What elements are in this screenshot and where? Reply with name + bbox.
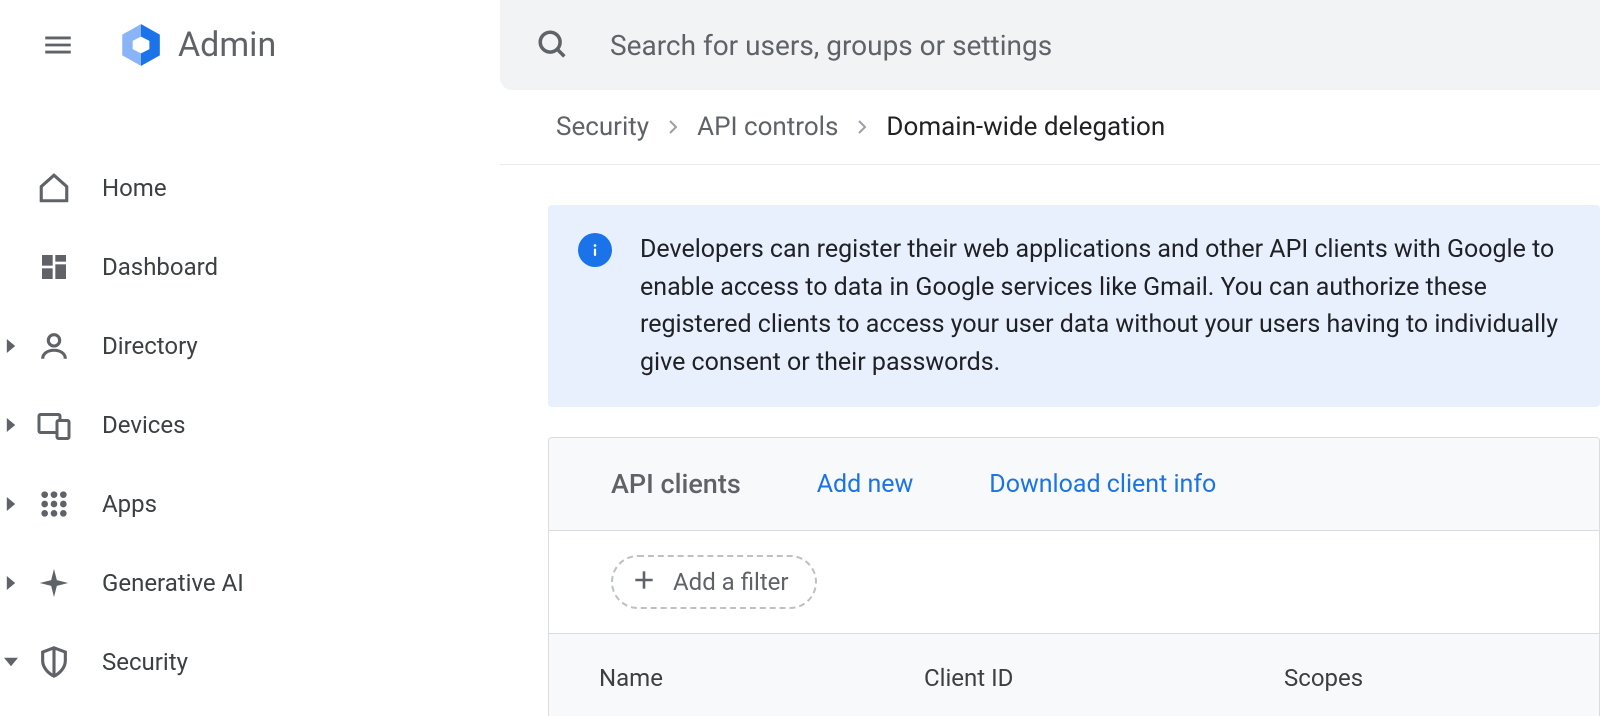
plus-icon <box>631 567 657 597</box>
chevron-right-icon <box>2 495 20 513</box>
filter-row: Add a filter <box>549 531 1599 634</box>
add-new-link[interactable]: Add new <box>817 470 914 499</box>
breadcrumb-item-api-controls[interactable]: API controls <box>697 112 838 142</box>
info-banner: Developers can register their web applic… <box>548 205 1600 407</box>
search-icon <box>536 28 570 62</box>
api-clients-card: API clients Add new Download client info… <box>548 437 1600 716</box>
chevron-right-icon <box>2 574 20 592</box>
sidebar-item-directory[interactable]: Directory <box>0 306 500 385</box>
chevron-down-icon <box>2 653 20 671</box>
chevron-right-icon <box>2 337 20 355</box>
column-header-scopes[interactable]: Scopes <box>1284 664 1599 692</box>
info-icon <box>578 233 612 267</box>
devices-icon <box>36 407 72 443</box>
sidebar-item-label: Dashboard <box>102 253 218 281</box>
breadcrumb: Security API controls Domain-wide delega… <box>500 90 1600 165</box>
sidebar: Home Dashboard <box>0 90 500 716</box>
search-bar <box>500 0 1600 90</box>
shield-icon <box>36 644 72 680</box>
filter-chip-label: Add a filter <box>673 568 789 596</box>
sidebar-item-home[interactable]: Home <box>0 148 500 227</box>
add-filter-chip[interactable]: Add a filter <box>611 555 817 609</box>
info-banner-text: Developers can register their web applic… <box>640 231 1570 381</box>
column-header-client-id[interactable]: Client ID <box>924 664 1284 692</box>
admin-logo-icon <box>116 20 166 70</box>
card-header: API clients Add new Download client info <box>549 438 1599 531</box>
table-header: Name Client ID Scopes <box>549 634 1599 716</box>
app-title: Admin <box>178 25 276 65</box>
search-input[interactable] <box>610 29 1564 62</box>
breadcrumb-item-current: Domain-wide delegation <box>886 112 1165 142</box>
sidebar-item-label: Devices <box>102 411 185 439</box>
column-header-name[interactable]: Name <box>599 664 924 692</box>
sparkle-icon <box>36 565 72 601</box>
chevron-right-icon <box>2 416 20 434</box>
sidebar-item-label: Apps <box>102 490 157 518</box>
card-title: API clients <box>611 468 741 500</box>
sidebar-item-devices[interactable]: Devices <box>0 385 500 464</box>
sidebar-item-dashboard[interactable]: Dashboard <box>0 227 500 306</box>
home-icon <box>36 170 72 206</box>
sidebar-item-apps[interactable]: Apps <box>0 464 500 543</box>
dashboard-icon <box>36 249 72 285</box>
sidebar-item-generative-ai[interactable]: Generative AI <box>0 543 500 622</box>
chevron-right-icon <box>854 112 870 142</box>
sidebar-item-label: Generative AI <box>102 569 244 597</box>
chevron-right-icon <box>665 112 681 142</box>
person-icon <box>36 328 72 364</box>
breadcrumb-item-security[interactable]: Security <box>556 112 649 142</box>
sidebar-item-label: Home <box>102 174 167 202</box>
app-logo[interactable]: Admin <box>116 20 276 70</box>
content: Security API controls Domain-wide delega… <box>500 90 1600 716</box>
hamburger-icon <box>41 28 75 62</box>
sidebar-item-security[interactable]: Security <box>0 622 500 701</box>
sidebar-item-label: Security <box>102 648 188 676</box>
sidebar-item-label: Directory <box>102 332 198 360</box>
apps-icon <box>36 486 72 522</box>
download-client-info-link[interactable]: Download client info <box>989 470 1216 499</box>
menu-button[interactable] <box>34 21 82 69</box>
